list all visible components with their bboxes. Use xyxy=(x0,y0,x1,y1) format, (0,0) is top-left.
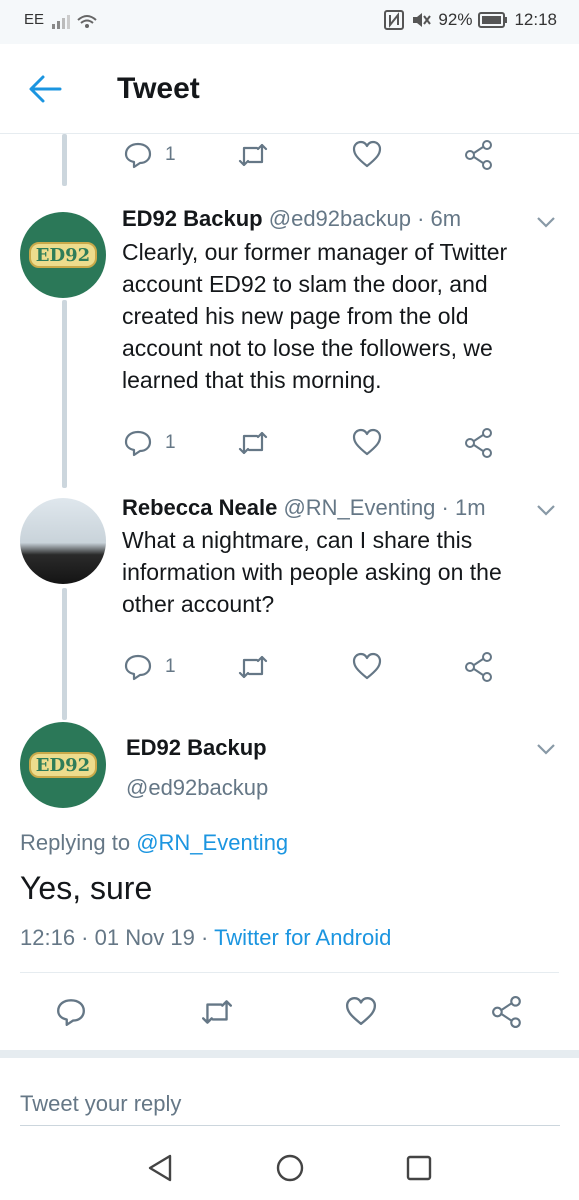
reply-icon xyxy=(57,999,85,1026)
share-button[interactable] xyxy=(465,140,493,170)
retweet-button[interactable] xyxy=(200,996,234,1028)
like-button[interactable] xyxy=(352,140,382,168)
tweet-time: · 6m xyxy=(417,206,462,231)
system-nav-bar xyxy=(0,1135,579,1200)
share-button[interactable] xyxy=(492,996,522,1028)
chevron-down-icon[interactable] xyxy=(535,503,557,517)
handle[interactable]: @ed92backup xyxy=(269,206,411,231)
handle[interactable]: @RN_Eventing xyxy=(283,495,435,520)
reply-icon xyxy=(124,654,152,681)
heart-icon xyxy=(345,997,377,1025)
reply-icon xyxy=(124,430,152,457)
retweet-button[interactable] xyxy=(237,428,269,458)
tweet-text: Clearly, our former manager of Twitter a… xyxy=(122,239,508,393)
share-button[interactable] xyxy=(465,652,493,682)
status-bar: EE 92% 12:18 xyxy=(0,0,579,44)
tweet-time: · 1m xyxy=(441,495,486,520)
share-icon xyxy=(465,428,492,458)
tweet-text: Yes, sure xyxy=(20,870,153,906)
section-divider xyxy=(0,1050,579,1058)
tweet-actions: 1 xyxy=(0,428,579,468)
handle[interactable]: @ed92backup xyxy=(126,775,268,801)
tweet-actions: 1 xyxy=(0,140,579,180)
tweet-actions: 1 xyxy=(0,652,579,692)
retweet-icon xyxy=(238,431,268,455)
share-button[interactable] xyxy=(465,428,493,458)
share-icon xyxy=(465,140,492,170)
retweet-icon xyxy=(238,143,268,167)
like-button[interactable] xyxy=(352,652,382,680)
reply-button[interactable]: 1 xyxy=(123,428,176,458)
chevron-down-icon[interactable] xyxy=(535,215,557,229)
main-tweet-actions xyxy=(0,996,579,1036)
heart-icon xyxy=(352,428,382,456)
avatar[interactable]: ED92 xyxy=(20,212,106,298)
reply-button[interactable]: 1 xyxy=(123,652,176,682)
reply-count: 1 xyxy=(165,144,176,165)
reply-count: 1 xyxy=(165,656,176,677)
back-triangle-icon[interactable] xyxy=(146,1153,174,1183)
display-name[interactable]: ED92 Backup xyxy=(126,735,267,761)
reply-icon xyxy=(124,142,152,169)
mute-icon xyxy=(413,13,432,27)
avatar[interactable] xyxy=(20,498,106,584)
retweet-button[interactable] xyxy=(237,652,269,682)
source-link[interactable]: Twitter for Android xyxy=(214,925,391,950)
timestamp: 12:16 · 01 Nov 19 · xyxy=(20,925,209,950)
replying-to: Replying to @RN_Eventing xyxy=(20,830,288,856)
share-icon xyxy=(492,996,521,1028)
nfc-icon xyxy=(384,10,405,30)
retweet-icon xyxy=(202,1000,232,1024)
home-circle-icon[interactable] xyxy=(275,1153,305,1183)
tweet-text: What a nightmare, can I share this infor… xyxy=(122,527,502,617)
retweet-button[interactable] xyxy=(237,140,269,170)
reply-input[interactable] xyxy=(20,1082,560,1126)
arrow-left-icon[interactable] xyxy=(28,74,62,104)
signal-icon xyxy=(52,15,97,29)
retweet-icon xyxy=(238,655,268,679)
display-name[interactable]: ED92 Backup xyxy=(122,206,263,231)
ed92-logo: ED92 xyxy=(29,752,97,778)
ed92-logo: ED92 xyxy=(29,242,97,268)
reply-button[interactable] xyxy=(55,996,87,1028)
avatar[interactable]: ED92 xyxy=(20,722,106,808)
heart-icon xyxy=(352,652,382,680)
tweet-header: ED92 Backup @ed92backup · 6m xyxy=(122,206,461,232)
battery-icon xyxy=(478,12,508,28)
tweet-header: Rebecca Neale @RN_Eventing · 1m xyxy=(122,495,486,521)
replying-prefix: Replying to xyxy=(20,830,131,855)
battery-percent: 92% xyxy=(438,10,473,29)
reply-button[interactable]: 1 xyxy=(123,140,176,170)
status-right: 92% 12:18 xyxy=(384,10,557,30)
app-header: Tweet xyxy=(0,44,579,134)
like-button[interactable] xyxy=(352,428,382,456)
status-time: 12:18 xyxy=(514,10,557,29)
chevron-down-icon[interactable] xyxy=(535,742,557,756)
tweet-meta: 12:16 · 01 Nov 19 · Twitter for Android xyxy=(20,925,391,951)
display-name[interactable]: Rebecca Neale xyxy=(122,495,277,520)
heart-icon xyxy=(352,140,382,168)
wifi-icon xyxy=(77,15,97,21)
divider xyxy=(20,972,559,973)
carrier-label: EE xyxy=(24,11,45,28)
reply-count: 1 xyxy=(165,432,176,453)
like-button[interactable] xyxy=(345,996,377,1026)
replying-to-link[interactable]: @RN_Eventing xyxy=(136,830,288,855)
recents-square-icon[interactable] xyxy=(405,1153,433,1183)
share-icon xyxy=(465,652,492,682)
page-title: Tweet xyxy=(117,72,200,105)
